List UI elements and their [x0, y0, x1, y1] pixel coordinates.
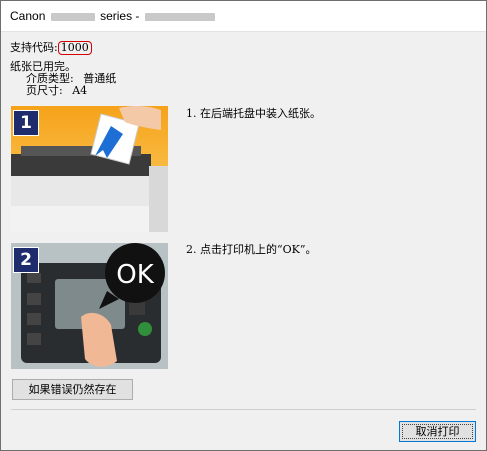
error-persists-button[interactable]: 如果错误仍然存在	[12, 379, 133, 400]
step2-illustration: OK 2	[11, 243, 168, 369]
cancel-print-button[interactable]: 取消打印	[399, 421, 476, 442]
step1-text: 1. 在后端托盘中装入纸张。	[186, 107, 321, 120]
dialog-window: Canon series - 支持代码: 1000 纸张已用完。 介质类型: 普通…	[0, 0, 487, 451]
support-code-line: 支持代码: 1000	[10, 41, 92, 55]
footer-separator	[11, 409, 476, 410]
page-size-label: 页尺寸:	[26, 84, 63, 97]
step1-number-badge: 1	[13, 110, 39, 136]
media-type-value: 普通纸	[83, 72, 117, 85]
redacted-address	[144, 12, 215, 21]
error-persists-label: 如果错误仍然存在	[28, 383, 117, 396]
cancel-print-label: 取消打印	[415, 425, 460, 438]
window-title: Canon series -	[10, 9, 217, 23]
title-series: series -	[100, 9, 140, 23]
support-code-label: 支持代码:	[10, 41, 58, 54]
title-bar: Canon series -	[1, 1, 486, 32]
page-size-value: A4	[72, 84, 88, 97]
page-size-line: 页尺寸: A4	[26, 85, 87, 97]
redacted-model	[50, 12, 95, 21]
step2-text: 2. 点击打印机上的“OK”。	[186, 243, 317, 256]
title-brand: Canon	[10, 9, 46, 23]
ok-bubble-label: OK	[116, 260, 154, 290]
step1-illustration: 1	[11, 106, 168, 232]
support-code-value: 1000	[57, 41, 92, 55]
step2-number-badge: 2	[13, 247, 39, 273]
